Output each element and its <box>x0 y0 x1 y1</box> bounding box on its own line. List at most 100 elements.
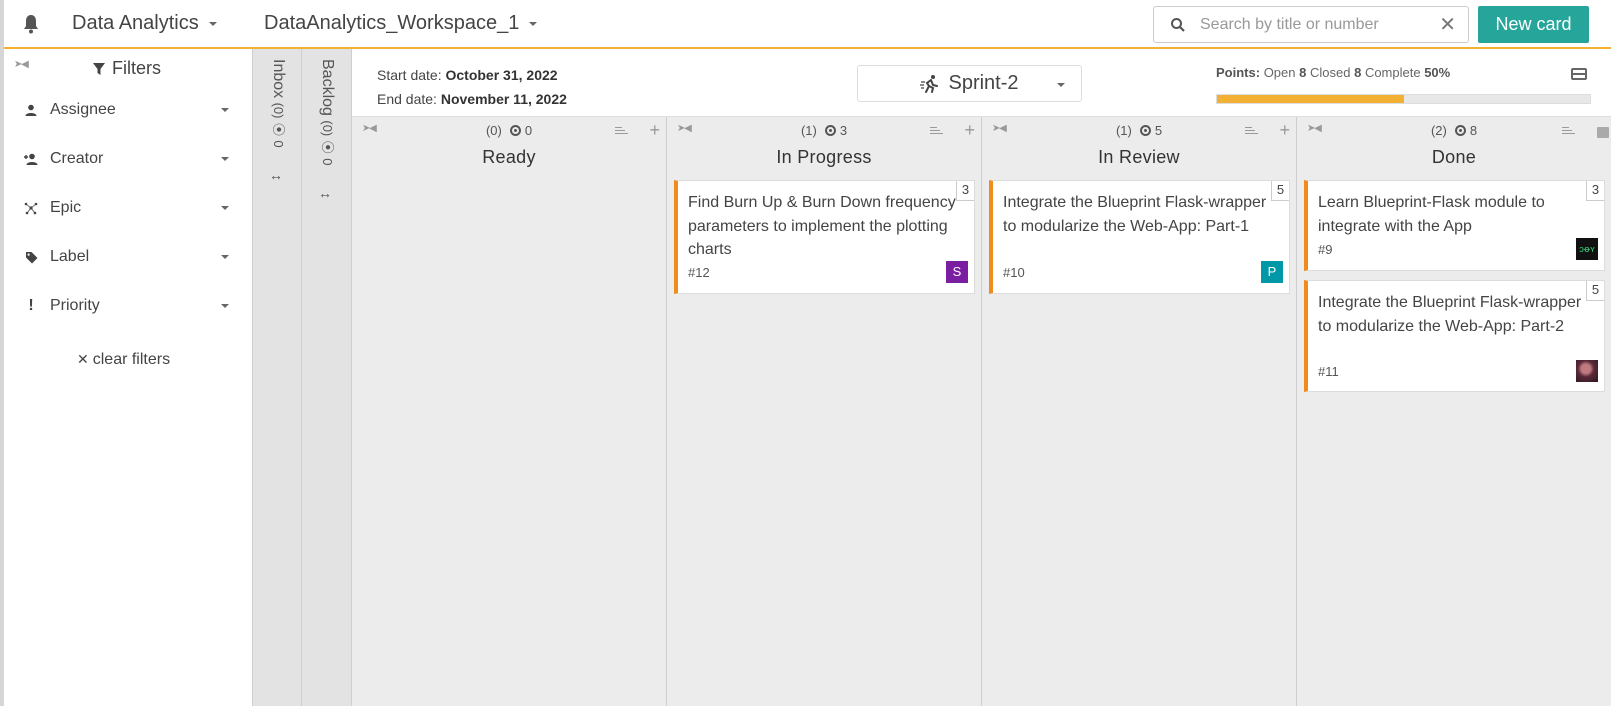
sprint-selector[interactable]: Sprint-2 <box>857 65 1082 102</box>
backlog-title: Backlog <box>319 59 336 116</box>
person-icon <box>24 103 38 117</box>
sprint-dates: Start date: October 31, 2022 End date: N… <box>377 63 567 111</box>
clear-filters-link[interactable]: ✕ clear filters <box>77 351 170 369</box>
closed-label: Closed <box>1309 65 1351 80</box>
running-icon <box>920 74 939 93</box>
search-box: ✕ <box>1153 6 1469 43</box>
filter-priority[interactable]: ! Priority <box>24 293 229 319</box>
end-date-label: End date: <box>377 91 437 107</box>
filters-sidebar: ➤ ◀ Filters Assignee Creator Epic Label <box>4 49 252 706</box>
search-input[interactable] <box>1200 15 1440 34</box>
exclamation-icon: ! <box>28 297 34 314</box>
chevron-down-icon <box>1057 83 1065 87</box>
avatar[interactable]: S <box>946 261 968 283</box>
bell-icon[interactable] <box>22 14 40 34</box>
inbox-column[interactable]: Inbox (0) ⦿ 0 ↔ <box>252 49 302 706</box>
filter-assignee[interactable]: Assignee <box>24 97 229 123</box>
card-count: (2) <box>1430 123 1447 138</box>
column-title: In Progress <box>776 147 872 167</box>
filter-label: Creator <box>50 150 104 167</box>
expand-icon[interactable]: ↔ <box>269 167 283 183</box>
sort-icon[interactable] <box>615 127 628 136</box>
sort-icon[interactable] <box>1245 127 1258 136</box>
card-count: (1) <box>1115 123 1132 138</box>
add-card-icon[interactable]: + <box>1279 120 1290 141</box>
sort-icon[interactable] <box>1562 127 1575 136</box>
column-done: ➤ ◀ (2) 8 Done Learn Blueprint-Flask modu… <box>1297 117 1611 706</box>
avatar[interactable]: P <box>1261 261 1283 283</box>
column-points: 8 <box>1469 123 1478 138</box>
filter-label[interactable]: Label <box>24 244 229 270</box>
chevron-down-icon <box>221 304 229 308</box>
filter-creator[interactable]: Creator <box>24 146 229 172</box>
sprint-header: Start date: October 31, 2022 End date: N… <box>352 51 1611 117</box>
card-number: #11 <box>1318 364 1339 379</box>
add-card-icon[interactable]: + <box>964 120 975 141</box>
filters-title: Filters <box>92 58 161 79</box>
collapse-sidebar-icon[interactable]: ➤ ◀ <box>14 59 29 70</box>
filter-epic[interactable]: Epic <box>24 195 229 221</box>
epic-icon <box>24 201 38 215</box>
card[interactable]: Learn Blueprint-Flask module to integrat… <box>1304 180 1605 271</box>
column-title: In Review <box>1098 147 1180 167</box>
window-left-edge <box>0 0 4 706</box>
target-icon: ⦿ <box>271 122 286 136</box>
backlog-points: 0 <box>320 158 335 166</box>
archive-icon[interactable] <box>1597 127 1609 138</box>
column-points: 3 <box>839 123 848 138</box>
card-title: Learn Blueprint-Flask module to integrat… <box>1318 194 1545 235</box>
add-card-icon[interactable]: + <box>649 120 660 141</box>
card-title: Find Burn Up & Burn Down frequency param… <box>688 194 956 258</box>
open-points: 8 <box>1299 65 1307 80</box>
points-summary: Points: Open 8 Closed 8 Complete 50% <box>1216 65 1450 80</box>
backlog-label: Backlog (0) ⦿ 0 <box>318 59 337 165</box>
card-count: (1) <box>800 123 817 138</box>
target-icon: ⦿ <box>320 140 335 154</box>
complete-label: Complete <box>1364 65 1421 80</box>
closed-points: 8 <box>1354 65 1362 80</box>
card[interactable]: Find Burn Up & Burn Down frequency param… <box>674 180 975 294</box>
filter-label: Assignee <box>50 101 116 118</box>
clear-filters-label: clear filters <box>92 351 171 368</box>
start-date-label: Start date: <box>377 67 442 83</box>
person-add-icon <box>24 152 38 166</box>
column-title: Done <box>1431 147 1477 167</box>
chevron-down-icon <box>529 21 538 26</box>
card-number: #12 <box>688 265 710 280</box>
target-icon <box>509 125 521 136</box>
expand-icon[interactable]: ↔ <box>318 185 332 201</box>
new-card-button[interactable]: New card <box>1478 6 1589 43</box>
workspace-name: DataAnalytics_Workspace_1 <box>264 12 520 34</box>
close-icon: ✕ <box>77 351 89 367</box>
tag-icon <box>24 250 38 264</box>
card-points: 5 <box>1586 281 1604 301</box>
start-date: October 31, 2022 <box>445 67 558 83</box>
avatar[interactable] <box>1576 360 1598 382</box>
column-points: 5 <box>1154 123 1163 138</box>
chevron-down-icon <box>221 206 229 210</box>
avatar[interactable]: ɔꝋʏ <box>1576 238 1598 260</box>
end-date: November 11, 2022 <box>440 91 567 107</box>
sort-icon[interactable] <box>930 127 943 136</box>
chevron-down-icon <box>221 255 229 259</box>
inbox-count: (0) <box>271 102 286 119</box>
chevron-down-icon <box>221 108 229 112</box>
card[interactable]: Integrate the Blueprint Flask-wrapper to… <box>989 180 1290 294</box>
filters-label: Filters <box>112 58 161 78</box>
open-label: Open <box>1263 65 1296 80</box>
project-dropdown[interactable]: Data Analytics <box>72 12 217 35</box>
card[interactable]: Integrate the Blueprint Flask-wrapper to… <box>1304 280 1605 392</box>
target-icon <box>1454 125 1466 136</box>
inbox-title: Inbox <box>270 59 287 99</box>
backlog-column[interactable]: Backlog (0) ⦿ 0 ↔ <box>302 49 352 706</box>
search-icon <box>1171 17 1185 32</box>
target-icon <box>824 125 836 136</box>
card-points: 5 <box>1271 181 1289 201</box>
workspace-dropdown[interactable]: DataAnalytics_Workspace_1 <box>264 12 538 35</box>
card-points: 3 <box>956 181 974 201</box>
clear-search-icon[interactable]: ✕ <box>1439 15 1456 35</box>
collapse-cards-icon[interactable] <box>1571 68 1587 80</box>
column-points: 0 <box>524 123 533 138</box>
project-name: Data Analytics <box>72 12 199 34</box>
target-icon <box>1139 125 1151 136</box>
